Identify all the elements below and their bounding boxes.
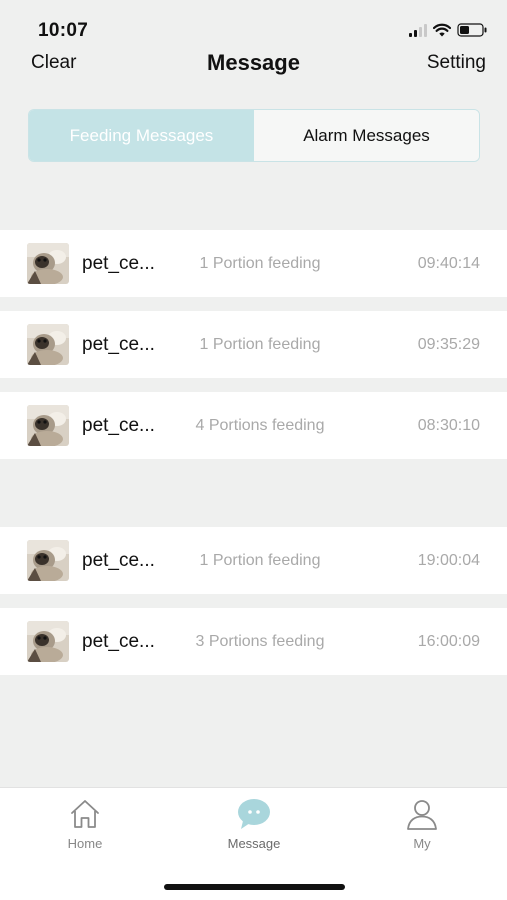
message-type-segmented-control: Feeding Messages Alarm Messages: [28, 109, 480, 162]
message-row[interactable]: pet_ce... 4 Portions feeding 08:30:10: [0, 392, 507, 459]
pet-thumbnail-icon: [27, 621, 69, 662]
message-time: 08:30:10: [417, 417, 480, 434]
device-name: pet_ce...: [82, 334, 155, 355]
message-time: 19:00:04: [417, 552, 480, 569]
battery-icon: [457, 23, 487, 37]
status-bar: 10:07: [0, 0, 507, 44]
pet-thumbnail-icon: [27, 324, 69, 365]
message-time: 09:35:29: [417, 336, 480, 353]
message-description: 3 Portions feeding: [195, 633, 325, 650]
tab-message[interactable]: Message: [194, 796, 314, 851]
status-time: 10:07: [38, 20, 89, 41]
device-name: pet_ce...: [82, 631, 155, 652]
home-indicator: [164, 884, 345, 890]
nav-bar: Clear Message Setting: [0, 44, 507, 82]
message-time: 16:00:09: [417, 633, 480, 650]
pet-thumbnail-icon: [27, 405, 69, 446]
cellular-signal-icon: [409, 23, 427, 37]
tab-alarm-messages[interactable]: Alarm Messages: [254, 110, 479, 161]
message-description: 4 Portions feeding: [195, 417, 325, 434]
wifi-icon: [433, 23, 451, 37]
tab-my-label: My: [413, 836, 431, 851]
message-description: 1 Portion feeding: [199, 255, 321, 272]
message-row[interactable]: pet_ce... 1 Portion feeding 09:40:14: [0, 230, 507, 297]
status-icons: [409, 22, 487, 38]
tab-home[interactable]: Home: [25, 796, 145, 851]
device-name: pet_ce...: [82, 415, 155, 436]
tab-my[interactable]: My: [362, 796, 482, 851]
home-icon: [25, 796, 145, 832]
pet-thumbnail-icon: [27, 540, 69, 581]
message-description: 1 Portion feeding: [199, 552, 321, 569]
chat-bubble-icon: [194, 796, 314, 832]
message-row[interactable]: pet_ce... 1 Portion feeding 19:00:04: [0, 527, 507, 594]
tab-feeding-messages[interactable]: Feeding Messages: [29, 110, 254, 161]
device-name: pet_ce...: [82, 253, 155, 274]
message-row[interactable]: pet_ce... 3 Portions feeding 16:00:09: [0, 608, 507, 675]
device-name: pet_ce...: [82, 550, 155, 571]
message-description: 1 Portion feeding: [199, 336, 321, 353]
pet-thumbnail-icon: [27, 243, 69, 284]
tab-home-label: Home: [67, 836, 103, 851]
message-time: 09:40:14: [417, 255, 480, 272]
message-row[interactable]: pet_ce... 1 Portion feeding 09:35:29: [0, 311, 507, 378]
person-icon: [362, 796, 482, 832]
setting-button[interactable]: Setting: [427, 52, 486, 74]
tab-message-label: Message: [227, 836, 281, 851]
